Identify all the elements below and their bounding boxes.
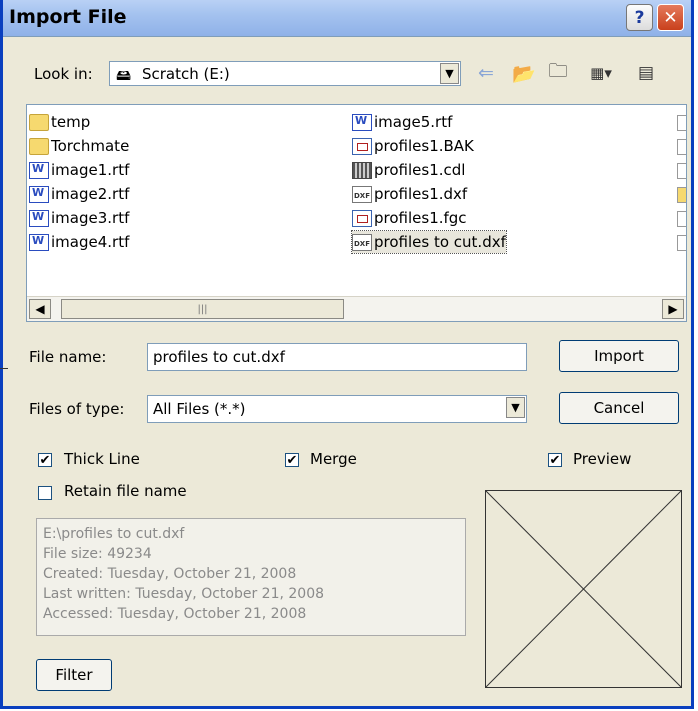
list-item[interactable]: image3.rtf <box>29 207 129 229</box>
file-name: profiles1.dxf <box>374 185 468 203</box>
file-info-box: E:\profiles to cut.dxf File size: 49234 … <box>36 518 466 636</box>
list-item[interactable]: profiles1.BAK <box>352 135 474 157</box>
truncated-file-icon[interactable] <box>677 235 686 251</box>
import-file-dialog: Import File ? ✕ Look in: 🖴 Scratch (E:) … <box>0 0 694 709</box>
folder-icon <box>29 137 49 155</box>
file-name: profiles to cut.dxf <box>374 233 506 251</box>
preview-pane <box>485 490 682 688</box>
file-name-label: File name: <box>29 348 107 366</box>
file-name: image1.rtf <box>51 161 130 179</box>
import-button[interactable]: Import <box>559 340 679 372</box>
look-in-label: Look in: <box>34 65 93 83</box>
dxf-file-icon <box>352 185 372 203</box>
scroll-left-icon[interactable]: ◀ <box>29 299 51 319</box>
preview-label: Preview <box>573 450 632 468</box>
truncated-file-icon[interactable] <box>677 163 686 179</box>
file-name: image5.rtf <box>374 113 453 131</box>
list-item-selected[interactable]: profiles to cut.dxf <box>351 230 507 254</box>
list-item[interactable]: temp <box>29 111 90 133</box>
preview-checkbox[interactable]: ✔ <box>548 453 562 467</box>
file-name: profiles1.fgc <box>374 209 467 227</box>
file-name: image2.rtf <box>51 185 130 203</box>
rtf-file-icon <box>29 161 49 179</box>
cancel-button[interactable]: Cancel <box>559 392 679 424</box>
list-item[interactable]: Torchmate <box>29 135 129 157</box>
files-of-type-label: Files of type: <box>29 400 125 418</box>
horizontal-scrollbar[interactable]: ◀ ||| ▶ <box>27 296 686 321</box>
look-in-dropdown[interactable]: 🖴 Scratch (E:) ▼ <box>109 61 461 86</box>
info-size: File size: 49234 <box>43 546 152 562</box>
truncated-file-icon[interactable] <box>677 211 686 227</box>
list-item[interactable]: profiles1.dxf <box>352 183 467 205</box>
retain-file-name-label: Retain file name <box>64 482 187 500</box>
retain-file-name-checkbox[interactable] <box>38 486 52 500</box>
connector-line <box>0 368 8 369</box>
rtf-file-icon <box>29 233 49 251</box>
rtf-file-icon <box>29 185 49 203</box>
rtf-file-icon <box>352 113 372 131</box>
dxf-file-icon <box>352 233 372 251</box>
drive-icon: 🖴 <box>116 66 132 84</box>
up-folder-icon[interactable]: 📂 <box>511 62 537 85</box>
file-name: profiles1.cdl <box>374 161 466 179</box>
file-name: Torchmate <box>51 137 130 155</box>
list-item[interactable]: profiles1.fgc <box>352 207 467 229</box>
chevron-down-icon[interactable]: ▼ <box>440 63 459 84</box>
merge-checkbox[interactable]: ✔ <box>285 453 299 467</box>
thick-line-checkbox[interactable]: ✔ <box>38 453 52 467</box>
list-item[interactable]: image4.rtf <box>29 231 129 253</box>
details-view-icon[interactable]: ▤ <box>633 62 659 84</box>
info-accessed: Accessed: Tuesday, October 21, 2008 <box>43 606 307 622</box>
chevron-down-icon[interactable]: ▼ <box>506 397 525 418</box>
files-of-type-value: All Files (*.*) <box>153 400 246 418</box>
empty-preview-icon <box>486 491 681 687</box>
file-name: temp <box>51 113 91 131</box>
list-item[interactable]: image1.rtf <box>29 159 129 181</box>
back-arrow-icon[interactable]: ⇐ <box>473 62 499 84</box>
window-title: Import File <box>9 6 127 28</box>
info-path: E:\profiles to cut.dxf <box>43 526 185 542</box>
files-of-type-dropdown[interactable]: All Files (*.*) ▼ <box>147 395 527 423</box>
list-item[interactable]: image2.rtf <box>29 183 129 205</box>
scrollbar-thumb[interactable]: ||| <box>61 299 344 319</box>
info-created: Created: Tuesday, October 21, 2008 <box>43 566 297 582</box>
truncated-file-icon[interactable] <box>677 139 686 155</box>
help-button[interactable]: ? <box>626 4 653 31</box>
view-menu-icon[interactable]: ▦▾ <box>581 62 621 84</box>
new-folder-icon[interactable]: 🗀 <box>545 60 571 84</box>
list-item[interactable]: profiles1.cdl <box>352 159 465 181</box>
list-item[interactable]: image5.rtf <box>352 111 452 133</box>
truncated-file-icon[interactable] <box>677 115 686 131</box>
title-bar[interactable]: Import File ? ✕ <box>3 0 691 37</box>
file-list[interactable]: temp Torchmate image1.rtf image2.rtf ima… <box>26 104 687 322</box>
merge-label: Merge <box>310 450 357 468</box>
bak-file-icon <box>352 137 372 155</box>
look-in-value: Scratch (E:) <box>142 65 230 83</box>
scroll-right-icon[interactable]: ▶ <box>662 299 684 319</box>
close-button[interactable]: ✕ <box>657 4 684 31</box>
file-name-input[interactable]: profiles to cut.dxf <box>147 343 527 371</box>
filter-button[interactable]: Filter <box>36 659 112 691</box>
info-last-written: Last written: Tuesday, October 21, 2008 <box>43 586 325 602</box>
file-name: image4.rtf <box>51 233 130 251</box>
thick-line-label: Thick Line <box>64 450 140 468</box>
file-name: profiles1.BAK <box>374 137 474 155</box>
file-name: image3.rtf <box>51 209 130 227</box>
folder-icon <box>29 113 49 131</box>
cdl-file-icon <box>352 161 372 179</box>
truncated-file-icon[interactable] <box>677 187 686 203</box>
rtf-file-icon <box>29 209 49 227</box>
fgc-file-icon <box>352 209 372 227</box>
